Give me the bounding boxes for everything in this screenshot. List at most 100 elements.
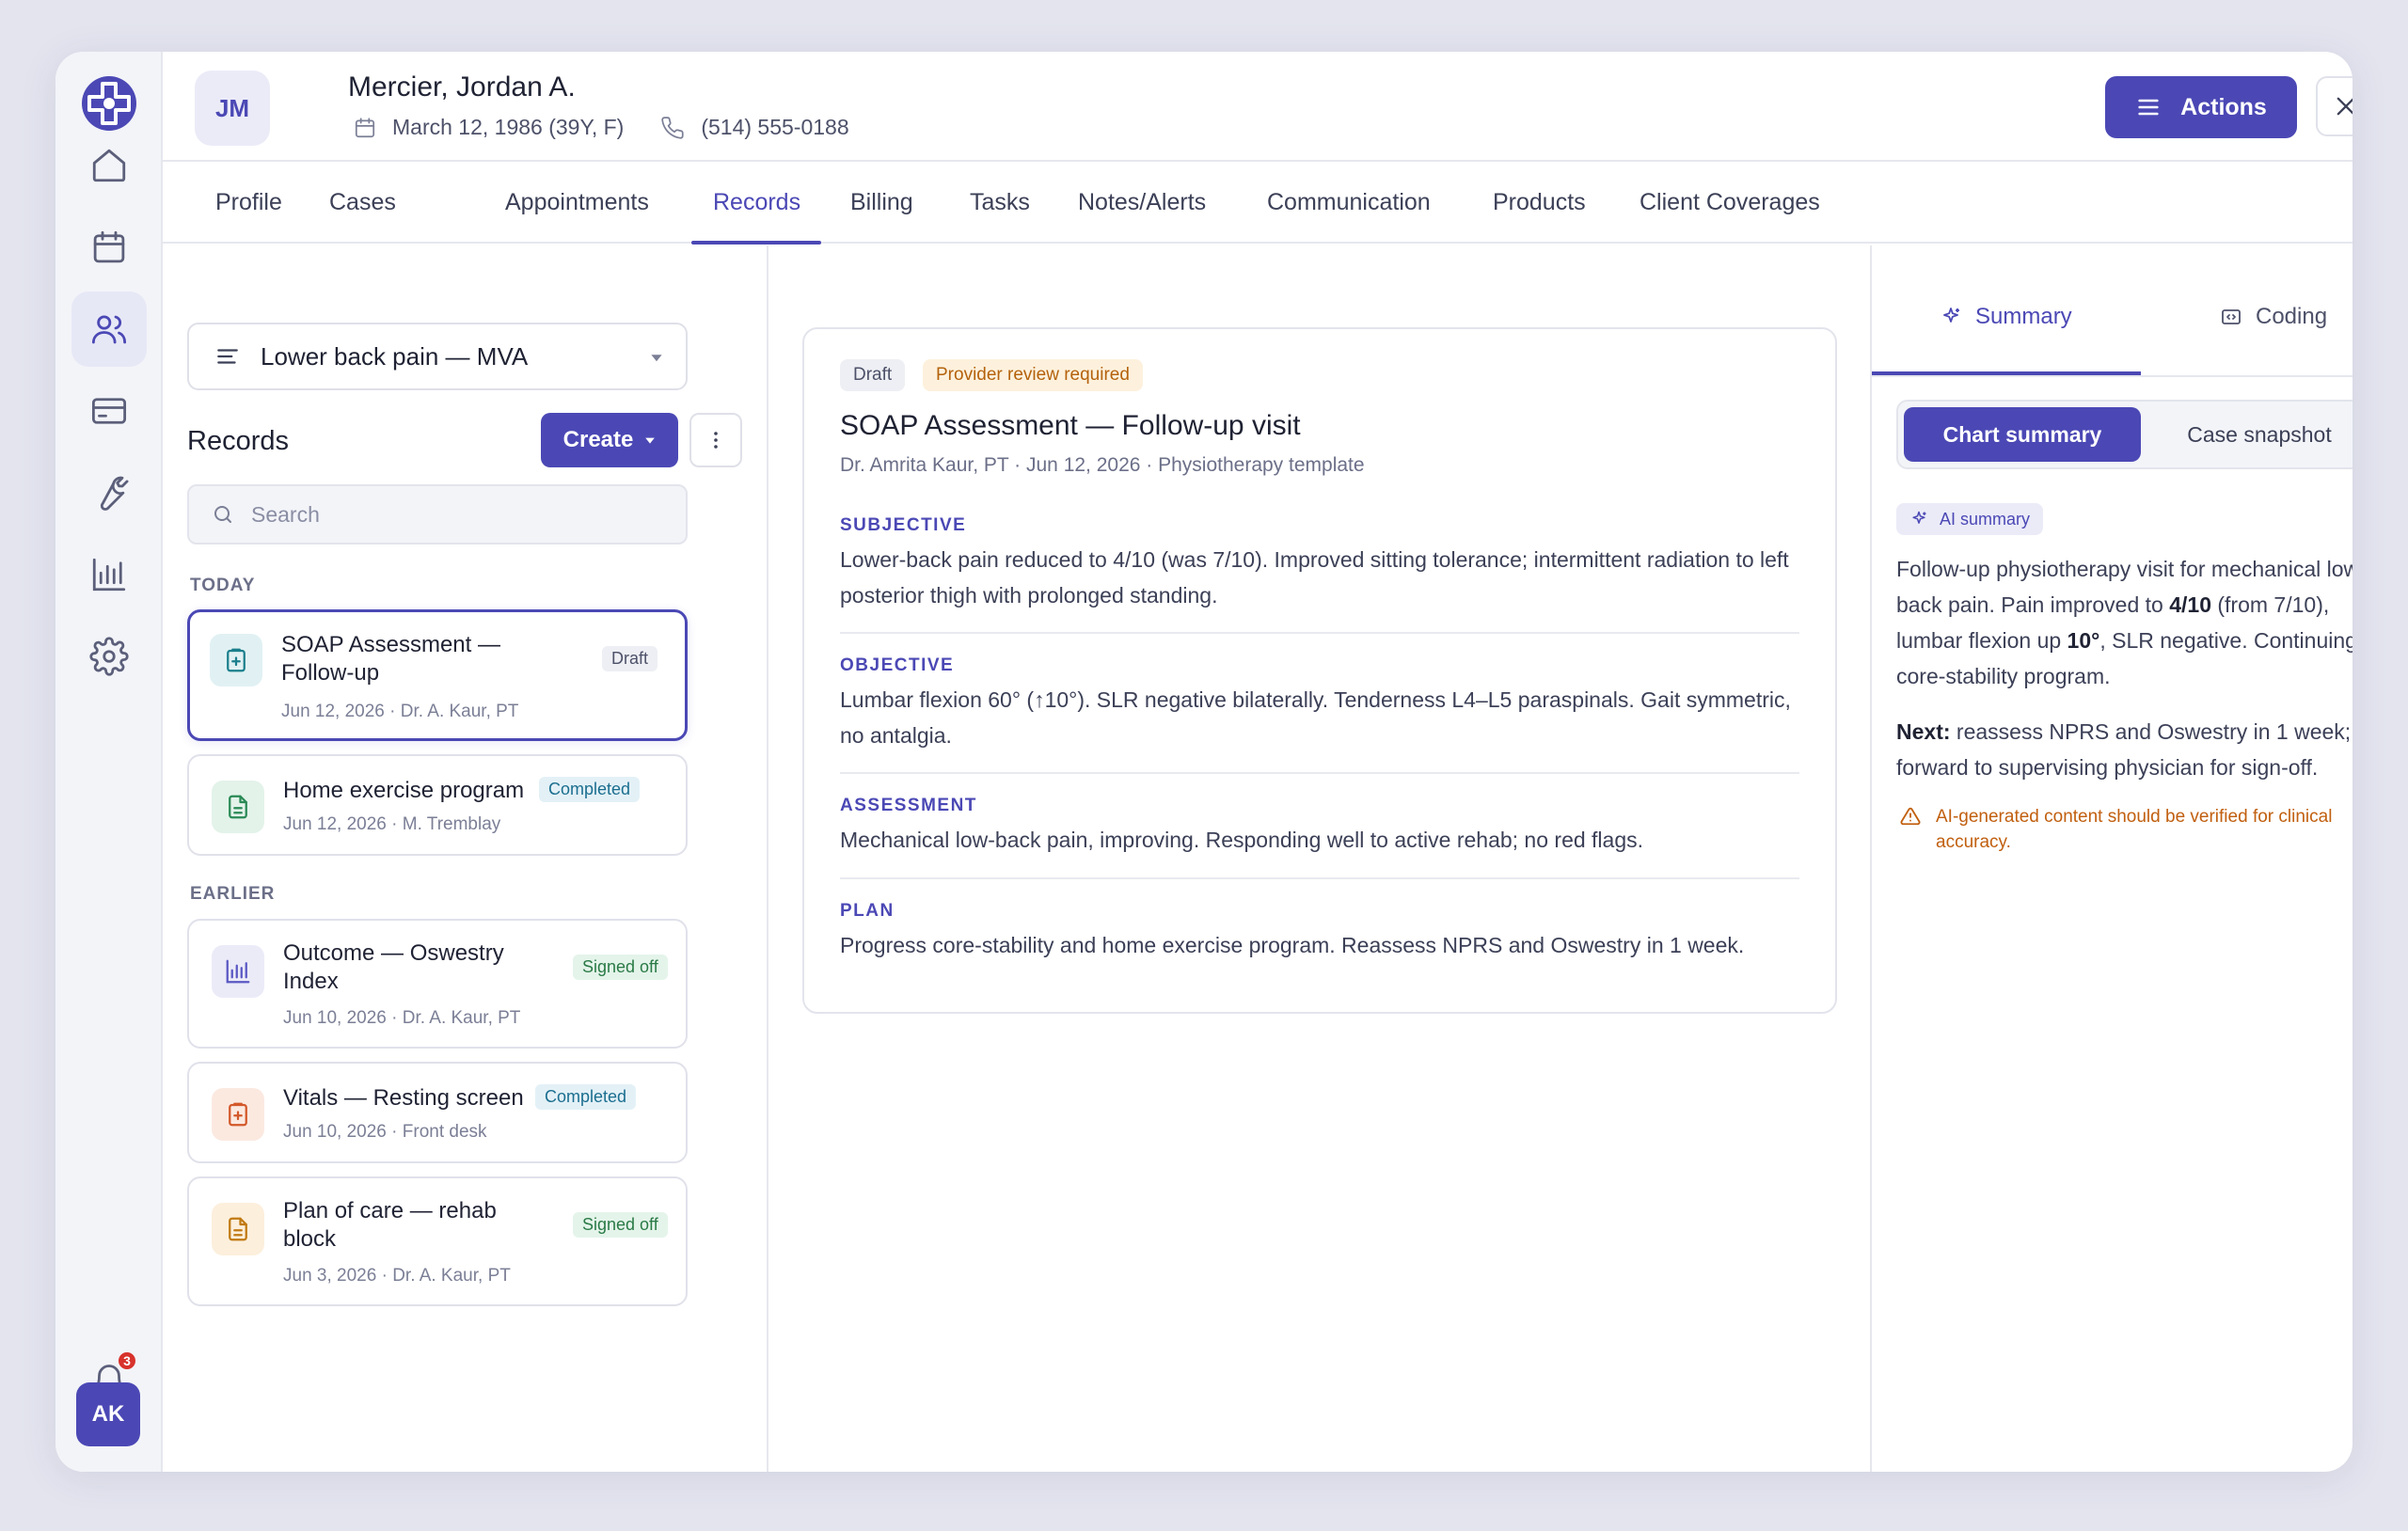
ai-summary-paragraph: Follow-up physiotherapy visit for mechan… <box>1896 557 2353 688</box>
ai-next-step: Next: reassess NPRS and Oswestry in 1 we… <box>1896 719 2352 780</box>
ai-summary-label: AI summary <box>1940 509 2031 529</box>
chevron-right-icon[interactable] <box>2347 190 2353 218</box>
summary-view-toggle: Chart summary Case snapshot <box>1896 400 2353 469</box>
notification-count-badge: 3 <box>117 1350 137 1371</box>
actions-button[interactable]: Actions <box>2105 76 2297 138</box>
sparkle-icon <box>1943 308 1959 323</box>
section-body-objective: Lumbar flexion 60° (↑10°). SLR negative … <box>840 687 1791 748</box>
record-meta: Jun 10, 2026 · Front desk <box>283 1122 487 1142</box>
tab-coding-label: Coding <box>2256 304 2328 329</box>
create-label: Create <box>562 427 634 452</box>
status-badge: Completed <box>535 1084 637 1110</box>
clinic-logo[interactable] <box>80 74 138 133</box>
menu-icon <box>2138 99 2159 116</box>
tab-summary[interactable]: Summary <box>1940 294 2072 339</box>
group-label-earlier: EARLIER <box>190 884 276 904</box>
rail-tools-button[interactable] <box>71 455 147 530</box>
bar-chart-icon <box>92 558 126 592</box>
document-title: SOAP Assessment — Follow-up visit <box>840 410 1301 441</box>
record-title: Outcome — Oswestry Index <box>283 940 504 994</box>
chart-summary-toggle[interactable]: Chart summary <box>1904 407 2141 462</box>
rail-patients-button[interactable] <box>71 292 147 367</box>
document-icon <box>229 795 247 819</box>
sparkle-icon <box>1912 511 1926 524</box>
case-select-value: Lower back pain — MVA <box>261 341 529 371</box>
status-badge: Completed <box>539 777 641 802</box>
record-card-oswestry[interactable]: Outcome — Oswestry Index Signed off Jun … <box>187 919 688 1049</box>
record-card-soap[interactable]: SOAP Assessment — Follow-up Draft Jun 12… <box>187 609 688 741</box>
warning-icon <box>1900 807 1921 826</box>
rail-home-button[interactable] <box>71 128 147 203</box>
record-icon-plan-of-care <box>212 1203 264 1255</box>
search-icon <box>214 506 231 523</box>
record-card-home-exercise[interactable]: Home exercise program Completed Jun 12, … <box>187 754 688 856</box>
more-options-button[interactable] <box>689 413 742 467</box>
record-icon-home-exercise <box>212 781 264 833</box>
section-label-plan: PLAN <box>840 901 895 921</box>
search-input[interactable] <box>251 501 665 528</box>
records-title: Records <box>187 426 289 456</box>
ai-warning: AI-generated content should be verified … <box>1900 804 2353 855</box>
bar-chart-icon <box>226 959 250 984</box>
section-body-subjective: Lower-back pain reduced to 4/10 (was 7/1… <box>840 547 1789 608</box>
clipboard-plus-icon <box>227 648 246 672</box>
record-meta: Jun 12, 2026 · Dr. A. Kaur, PT <box>281 702 519 721</box>
caret-down-icon <box>651 355 662 362</box>
records-panel: Lower back pain — MVA Records Create TOD… <box>163 245 768 1472</box>
section-body-plan: Progress core-stability and home exercis… <box>840 933 1745 957</box>
record-title: SOAP Assessment — Follow-up <box>281 632 500 686</box>
document-icon <box>229 1217 247 1241</box>
create-button[interactable]: Create <box>541 413 678 467</box>
phone-icon <box>661 116 684 139</box>
rail-calendar-button[interactable] <box>71 210 147 285</box>
ai-summary-chip: AI summary <box>1896 503 2044 535</box>
search-box <box>187 484 688 545</box>
code-tag-icon <box>2222 309 2241 324</box>
record-icon-soap <box>210 634 262 687</box>
soap-document: Draft Provider review required SOAP Asse… <box>802 327 1837 1014</box>
app-window: 3 AK JM Mercier, Jordan A. March 12, 198… <box>55 52 2353 1472</box>
tab-coding[interactable]: Coding <box>2220 294 2327 339</box>
more-vertical-icon <box>714 432 718 449</box>
home-icon <box>92 149 126 182</box>
record-icon-oswestry <box>212 945 264 998</box>
record-title: Plan of care — rehab block <box>283 1198 497 1252</box>
actions-label: Actions <box>2180 93 2267 120</box>
record-meta: Jun 12, 2026 · M. Tremblay <box>283 814 501 834</box>
card-icon <box>91 398 127 424</box>
patient-avatar: JM <box>195 71 270 146</box>
gear-icon <box>89 637 129 676</box>
section-label-assessment: ASSESSMENT <box>840 796 977 815</box>
document-panel: Draft Provider review required SOAP Asse… <box>770 245 1869 1472</box>
close-icon <box>2337 97 2353 116</box>
clipboard-plus-icon <box>229 1102 247 1127</box>
case-snapshot-toggle[interactable]: Case snapshot <box>2141 407 2353 462</box>
rail-billing-button[interactable] <box>71 373 147 449</box>
users-icon <box>91 315 127 344</box>
section-body-assessment: Mechanical low-back pain, improving. Res… <box>840 828 1644 852</box>
tab-summary-label: Summary <box>1975 304 2072 329</box>
status-badge: Draft <box>602 646 658 671</box>
status-badge: Signed off <box>573 955 668 980</box>
rail-settings-button[interactable] <box>71 619 147 694</box>
ai-warning-text: AI-generated content should be verified … <box>1936 807 2333 852</box>
active-tab-indicator <box>691 241 821 245</box>
record-meta: Jun 10, 2026 · Dr. A. Kaur, PT <box>283 1008 521 1028</box>
wrench-icon <box>100 476 129 511</box>
record-card-plan-of-care[interactable]: Plan of care — rehab block Signed off Ju… <box>187 1176 688 1306</box>
record-icon-vitals <box>212 1088 264 1141</box>
record-title: Home exercise program <box>283 778 525 803</box>
record-title: Vitals — Resting screen <box>283 1085 524 1111</box>
section-label-objective: OBJECTIVE <box>840 655 955 675</box>
rail-reports-button[interactable] <box>71 537 147 612</box>
review-required-badge: Provider review required <box>923 359 1143 391</box>
close-button[interactable] <box>2316 76 2353 136</box>
list-lines-icon <box>217 349 238 364</box>
document-subtitle: Dr. Amrita Kaur, PT · Jun 12, 2026 · Phy… <box>840 454 1365 476</box>
record-card-vitals[interactable]: Vitals — Resting screen Completed Jun 10… <box>187 1062 688 1163</box>
section-label-subjective: SUBJECTIVE <box>840 515 967 535</box>
user-avatar[interactable]: AK <box>76 1382 140 1446</box>
group-label-today: TODAY <box>190 576 256 595</box>
case-select[interactable]: Lower back pain — MVA <box>187 323 688 390</box>
summary-panel: Summary Coding Chart summary Case snapsh… <box>1870 245 2353 1472</box>
